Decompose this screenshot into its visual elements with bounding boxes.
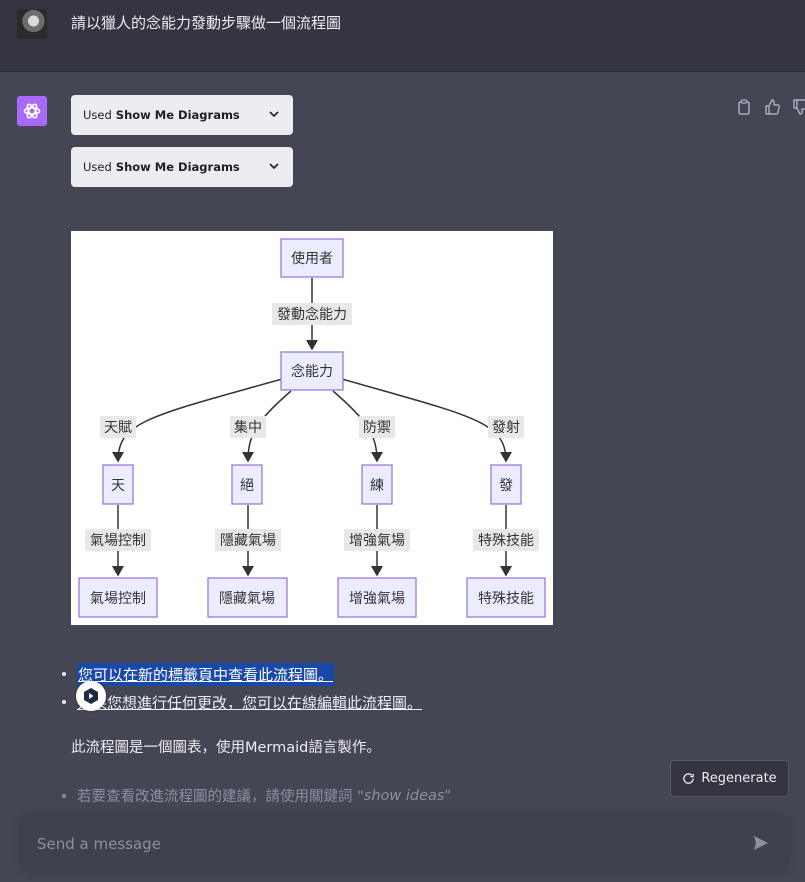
message-input[interactable]: Send a message [37,835,161,853]
node-label: 念能力 [291,363,333,380]
tool-prefix: Used [83,160,112,174]
tool-name: Show Me Diagrams [115,108,240,122]
node-label: 特殊技能 [478,591,534,607]
regenerate-label: Regenerate [701,771,777,786]
message-composer[interactable]: Send a message [21,815,788,871]
bullet [62,700,66,704]
edit-online-link[interactable]: 如果您想進行任何更改，您可以在線編輯此流程圖。 [77,692,422,713]
edge-label: 氣場控制 [90,533,146,549]
view-new-tab-link[interactable]: 您可以在新的標籤頁中查看此流程圖。 [77,662,335,686]
tool-usage-dropdown[interactable]: Used Show Me Diagrams [71,147,293,187]
user-message-row: 請以獵人的念能力發動步驟做一個流程圖 [0,0,805,72]
node-label: 氣場控制 [90,591,146,607]
edge-label: 隱藏氣場 [220,533,276,549]
tip-suffix: " [444,787,452,804]
edge-label: 防禦 [363,420,391,436]
tool-name: Show Me Diagrams [115,160,240,174]
refresh-icon [683,773,695,784]
edge-label: 集中 [234,419,262,436]
tool-usage-dropdown[interactable]: Used Show Me Diagrams [71,95,293,135]
edge-label: 天賦 [104,420,132,436]
node-label: 使用者 [291,250,333,267]
tip-list-item: 若要查看改進流程圖的建議，請使用關鍵詞 " show ideas " [62,785,451,806]
node-label: 隱藏氣場 [219,591,275,607]
description-paragraph: 此流程圖是一個圖表，使用Mermaid語言製作。 [71,740,381,756]
list-item: 您可以在新的標籤頁中查看此流程圖。 [62,660,422,688]
message-actions [734,97,805,117]
tip-keyword: show ideas [363,787,445,804]
user-message-text: 請以獵人的念能力發動步驟做一個流程圖 [71,14,342,32]
edge-label: 特殊技能 [478,533,534,549]
list-item: 如果您想進行任何更改，您可以在線編輯此流程圖。 [62,688,422,716]
plugin-logo-icon[interactable] [76,681,106,711]
chevron-down-icon [269,163,279,170]
node-label: 發 [499,478,513,494]
thumbs-up-icon[interactable] [762,97,782,117]
link-list: 您可以在新的標籤頁中查看此流程圖。 如果您想進行任何更改，您可以在線編輯此流程圖… [62,660,422,716]
regenerate-button[interactable]: Regenerate [670,760,789,797]
chatgpt-logo-icon [17,96,47,126]
chevron-down-icon [269,111,279,118]
flowchart-image[interactable]: 發動念能力 天賦 集中 防禦 發射 氣場控制 隱藏氣場 增強氣場 特殊技能 使用… [71,231,553,625]
edge-label: 發動念能力 [277,306,347,323]
bullet [62,672,66,676]
copy-icon[interactable] [734,97,754,117]
edge-label: 發射 [492,420,520,436]
thumbs-down-icon[interactable] [790,97,805,117]
node-label: 練 [370,478,384,494]
user-avatar [17,9,47,39]
tip-text: 若要查看改進流程圖的建議，請使用關鍵詞 " [77,789,364,805]
send-icon[interactable] [752,834,770,852]
edge-label: 增強氣場 [349,533,405,549]
bullet [62,793,66,798]
tool-prefix: Used [83,108,112,122]
node-label: 增強氣場 [349,591,405,607]
node-label: 天 [111,478,125,494]
node-label: 絕 [240,478,254,494]
